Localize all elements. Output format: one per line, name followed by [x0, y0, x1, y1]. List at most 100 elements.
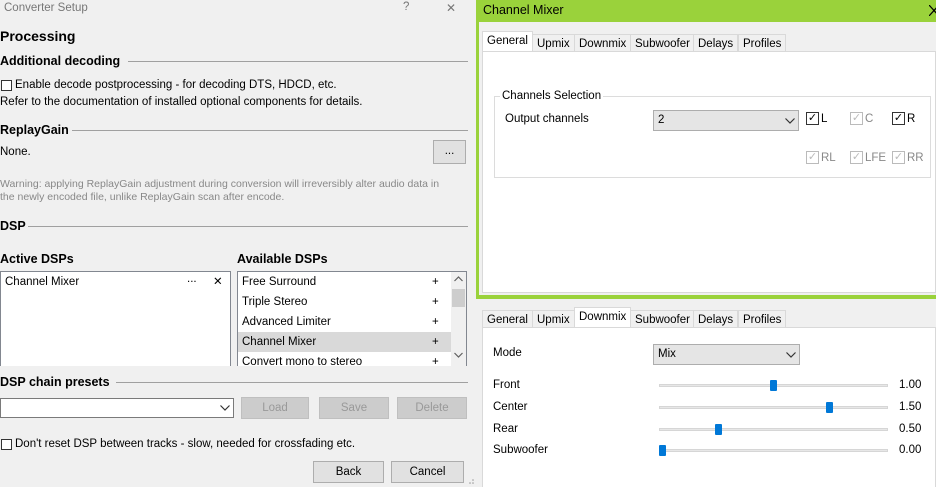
- preset-combo[interactable]: [0, 398, 234, 418]
- front-label: Front: [493, 379, 520, 391]
- decode-postprocessing-label: Enable decode postprocessing - for decod…: [15, 79, 337, 91]
- divider: [116, 382, 468, 383]
- channel-lfe-checkbox[interactable]: ✓: [850, 151, 863, 164]
- remove-dsp-button[interactable]: ✕: [213, 272, 223, 292]
- available-dsps-list[interactable]: Free Surround + Triple Stereo + Advanced…: [237, 271, 467, 366]
- active-dsp-label: Channel Mixer: [5, 276, 80, 288]
- resize-grip-icon[interactable]: [466, 477, 475, 486]
- front-slider-thumb[interactable]: [770, 380, 777, 391]
- add-dsp-button[interactable]: +: [432, 312, 439, 332]
- no-reset-dsp-checkbox[interactable]: [1, 439, 12, 450]
- rear-value: 0.50: [899, 423, 922, 435]
- tab-profiles[interactable]: Profiles: [738, 34, 787, 52]
- help-button[interactable]: ?: [403, 1, 409, 13]
- tab-profiles[interactable]: Profiles: [738, 310, 787, 328]
- tab-delays[interactable]: Delays: [693, 34, 739, 52]
- channel-mixer-window: Channel Mixer General Upmix Downmix Subw…: [476, 0, 936, 487]
- center-value: 1.50: [899, 401, 922, 413]
- rear-slider-thumb[interactable]: [714, 424, 722, 435]
- mode-label: Mode: [493, 347, 522, 359]
- channel-lfe-label: LFE: [865, 152, 887, 164]
- available-dsps-heading: Available DSPs: [237, 252, 328, 266]
- tab-general[interactable]: General: [482, 31, 533, 52]
- tab-upmix[interactable]: Upmix: [532, 34, 575, 52]
- save-preset-button[interactable]: Save: [319, 397, 389, 419]
- divider: [72, 130, 468, 131]
- close-icon[interactable]: ✕: [446, 1, 456, 15]
- converter-setup-dialog: Converter Setup ? ✕ Processing Additiona…: [0, 0, 476, 487]
- cancel-button[interactable]: Cancel: [391, 461, 464, 483]
- chevron-down-icon: [786, 352, 796, 358]
- output-channels-combo[interactable]: 2: [653, 110, 799, 131]
- scroll-down-icon[interactable]: [454, 352, 463, 358]
- center-slider-thumb[interactable]: [825, 402, 833, 413]
- page-title: Processing: [0, 28, 76, 44]
- dsp-presets-heading: DSP chain presets: [0, 375, 110, 389]
- replaygain-warning-line2: the newly encoded file, unlike ReplayGai…: [0, 191, 285, 203]
- channel-c-checkbox[interactable]: ✓: [850, 112, 863, 125]
- tab-downmix[interactable]: Downmix: [574, 307, 632, 328]
- rear-label: Rear: [493, 423, 518, 435]
- channel-mixer-titlebar: Channel Mixer: [476, 0, 936, 22]
- replaygain-config-button[interactable]: ...: [433, 140, 466, 164]
- scrollbar-thumb[interactable]: [452, 289, 465, 307]
- channel-r-checkbox[interactable]: ✓: [892, 112, 905, 125]
- chevron-down-icon: [220, 405, 230, 411]
- window-border: [476, 22, 479, 297]
- available-dsp-label: Channel Mixer: [242, 336, 317, 348]
- replaygain-value: None.: [0, 146, 31, 158]
- tab-upmix[interactable]: Upmix: [532, 310, 575, 328]
- replaygain-heading: ReplayGain: [0, 123, 69, 137]
- add-dsp-button[interactable]: +: [432, 292, 439, 312]
- subwoofer-slider[interactable]: [659, 449, 888, 452]
- channel-l-checkbox[interactable]: ✓: [806, 112, 819, 125]
- delete-preset-button[interactable]: Delete: [397, 397, 467, 419]
- active-dsps-list[interactable]: Channel Mixer ... ✕: [0, 271, 231, 366]
- channel-rr-checkbox[interactable]: ✓: [892, 151, 905, 164]
- list-item[interactable]: Free Surround +: [238, 272, 452, 292]
- add-dsp-button[interactable]: +: [432, 332, 439, 352]
- channel-c-label: C: [865, 113, 874, 125]
- channels-selection-group: [494, 96, 931, 178]
- front-value: 1.00: [899, 379, 922, 391]
- load-preset-button[interactable]: Load: [241, 397, 309, 419]
- available-dsp-label: Triple Stereo: [242, 296, 308, 308]
- channel-rr-label: RR: [907, 152, 924, 164]
- subwoofer-slider-thumb[interactable]: [659, 445, 666, 456]
- rear-slider[interactable]: [659, 428, 888, 431]
- list-item[interactable]: Advanced Limiter +: [238, 312, 452, 332]
- scroll-up-icon[interactable]: [454, 276, 463, 282]
- tab-subwoofer[interactable]: Subwoofer: [630, 310, 695, 328]
- divider: [128, 61, 468, 62]
- channel-rl-checkbox[interactable]: ✓: [806, 151, 819, 164]
- add-dsp-button[interactable]: +: [432, 352, 439, 366]
- active-dsps-heading: Active DSPs: [0, 252, 74, 266]
- window-border: [476, 295, 936, 299]
- tab-general[interactable]: General: [482, 310, 533, 328]
- channel-l-label: L: [821, 113, 828, 125]
- channel-mixer-title: Channel Mixer: [483, 3, 564, 17]
- tab-subwoofer[interactable]: Subwoofer: [630, 34, 695, 52]
- close-icon[interactable]: [929, 5, 936, 16]
- subwoofer-label: Subwoofer: [493, 444, 548, 456]
- tab-delays[interactable]: Delays: [693, 310, 739, 328]
- configure-dsp-button[interactable]: ...: [187, 272, 197, 289]
- scrollbar[interactable]: [451, 272, 466, 366]
- center-slider[interactable]: [659, 406, 888, 409]
- list-item[interactable]: Triple Stereo +: [238, 292, 452, 312]
- list-item[interactable]: Channel Mixer +: [238, 332, 452, 352]
- add-dsp-button[interactable]: +: [432, 272, 439, 292]
- tab-downmix[interactable]: Downmix: [574, 34, 632, 52]
- mode-combo[interactable]: Mix: [653, 344, 800, 365]
- decode-postprocessing-checkbox[interactable]: [1, 80, 12, 91]
- chevron-down-icon: [785, 118, 795, 124]
- window-title: Converter Setup: [4, 2, 88, 14]
- list-item[interactable]: Channel Mixer ... ✕: [1, 272, 230, 292]
- back-button[interactable]: Back: [313, 461, 384, 483]
- title-bar: Converter Setup ? ✕: [0, 0, 476, 18]
- decoding-note: Refer to the documentation of installed …: [0, 96, 363, 108]
- channel-rl-label: RL: [821, 152, 836, 164]
- available-dsp-label: Advanced Limiter: [242, 316, 331, 328]
- center-label: Center: [493, 401, 528, 413]
- list-item[interactable]: Convert mono to stereo +: [238, 352, 452, 366]
